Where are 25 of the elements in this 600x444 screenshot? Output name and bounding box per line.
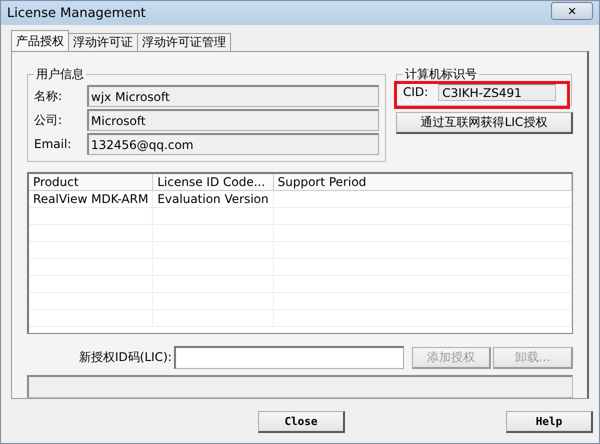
field-label: CID: <box>403 85 428 99</box>
dialog-button[interactable]: Help <box>506 411 593 433</box>
window-title: License Management <box>7 6 146 20</box>
field-label: 名称: <box>34 88 64 104</box>
read-only-field: C3IKH-ZS491 <box>438 83 556 101</box>
column-header[interactable]: License ID Code... <box>152 174 274 190</box>
field-label: 公司: <box>34 112 64 128</box>
column-header[interactable]: Support Period <box>273 174 572 190</box>
license-code-field[interactable] <box>174 346 404 370</box>
read-only-field: wjx Microsoft <box>87 85 379 107</box>
group-title: 计算机标识号 <box>404 66 478 83</box>
close-button[interactable]: ✕ <box>551 2 593 20</box>
group-title: 用户信息 <box>35 66 85 83</box>
table-cell: Evaluation Version <box>152 190 274 208</box>
table-cell: RealView MDK-ARM <box>29 190 153 208</box>
read-only-field: Microsoft <box>87 109 379 131</box>
column-header[interactable]: Product <box>29 174 153 190</box>
tab[interactable]: 产品授权 <box>11 30 69 51</box>
tab[interactable]: 浮动许可证 <box>68 33 138 51</box>
read-only-field: 132456@qq.com <box>87 133 379 155</box>
internet-license-button[interactable]: 通过互联网获得LIC授权 <box>396 112 573 134</box>
tab[interactable]: 浮动许可证管理 <box>137 33 231 51</box>
field-label: Email: <box>34 137 72 151</box>
dialog-button[interactable]: Close <box>258 411 345 433</box>
field-label: 新授权ID码(LIC): <box>79 349 172 366</box>
